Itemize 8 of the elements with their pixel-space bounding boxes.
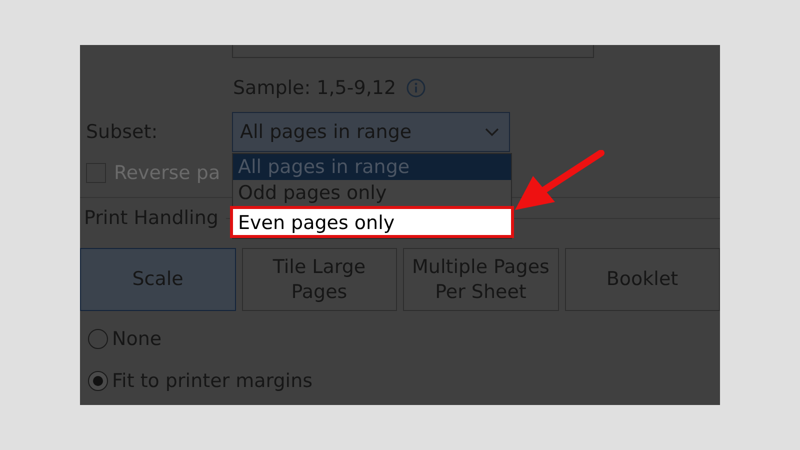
radio-button[interactable] — [88, 329, 108, 349]
dropdown-option[interactable]: Even pages only — [230, 206, 514, 238]
dropdown-option[interactable]: All pages in range — [233, 154, 511, 180]
info-icon[interactable] — [406, 78, 426, 98]
radio-button[interactable] — [88, 371, 108, 391]
chevron-down-icon — [485, 128, 499, 136]
mode-button[interactable]: Scale — [80, 248, 236, 311]
input-field[interactable] — [232, 45, 594, 58]
